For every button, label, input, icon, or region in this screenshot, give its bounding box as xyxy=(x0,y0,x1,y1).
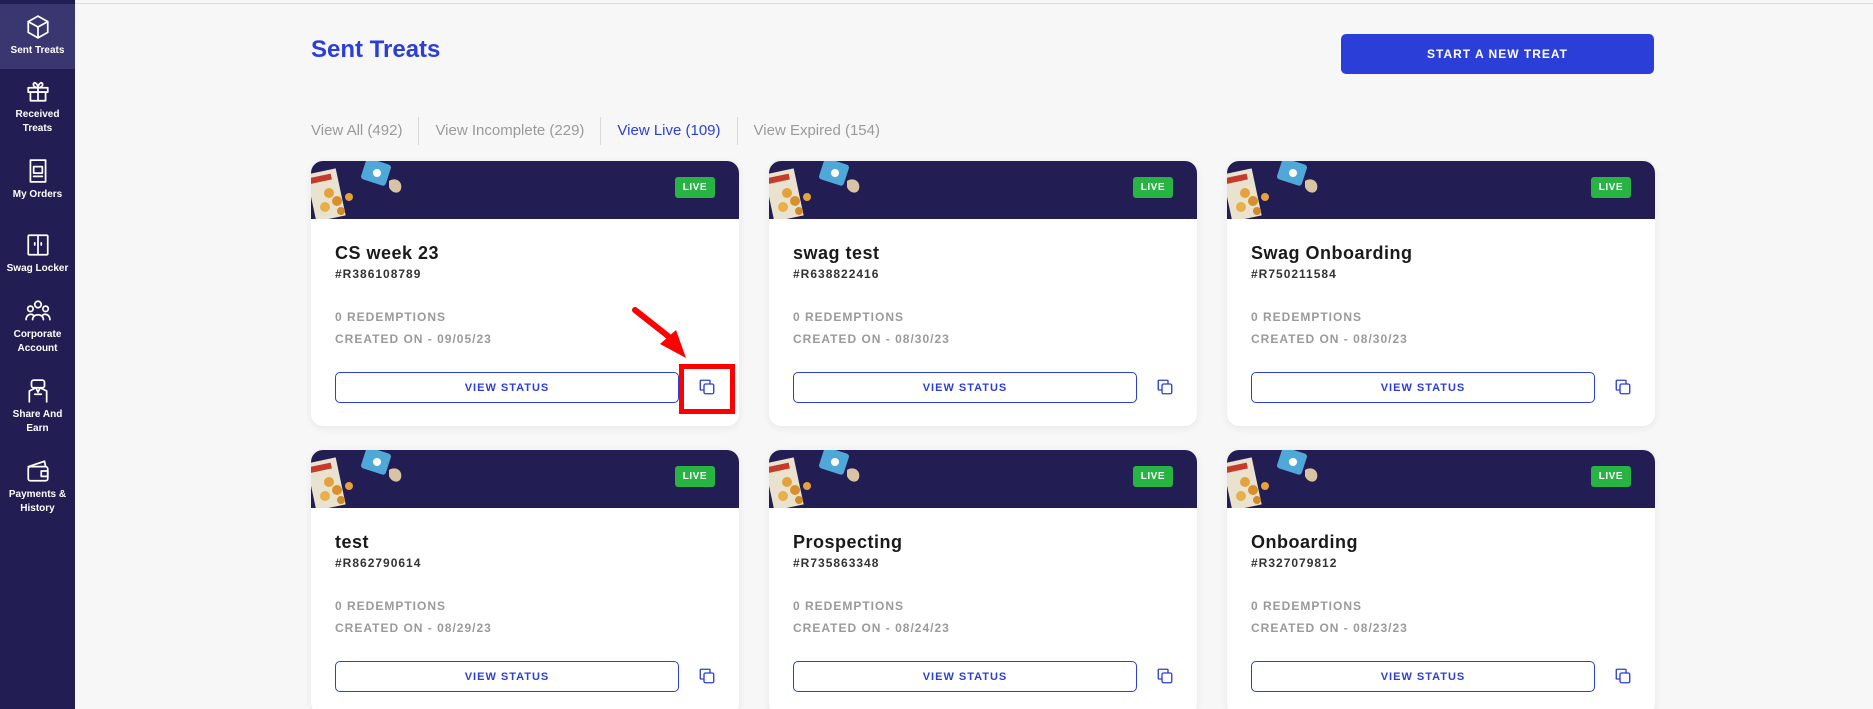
card-banner: LIVE xyxy=(1227,450,1655,508)
view-status-button[interactable]: VIEW STATUS xyxy=(335,372,679,403)
status-badge: LIVE xyxy=(674,177,715,198)
sidebar-item-my-orders[interactable]: My Orders xyxy=(0,158,75,213)
snack-image xyxy=(1227,450,1318,508)
tab-view-incomplete[interactable]: View Incomplete (229) xyxy=(418,117,600,145)
tab-view-all[interactable]: View All (492) xyxy=(311,117,418,145)
locker-icon xyxy=(26,234,49,256)
card-created-date: CREATED ON - 08/30/23 xyxy=(793,332,950,346)
view-status-button[interactable]: VIEW STATUS xyxy=(793,372,1137,403)
handshake-icon xyxy=(27,379,48,403)
card-title: CS week 23 xyxy=(335,243,440,263)
cube-icon xyxy=(26,15,49,39)
card-redemptions: 0 REDEMPTIONS xyxy=(335,310,447,324)
sidebar-item-label: Payments & History xyxy=(8,489,67,514)
card-redemptions: 0 REDEMPTIONS xyxy=(793,310,905,324)
copy-button[interactable] xyxy=(1153,375,1177,399)
status-badge: LIVE xyxy=(1590,466,1631,487)
card-redemptions: 0 REDEMPTIONS xyxy=(1251,310,1363,324)
card-id: #R862790614 xyxy=(335,556,422,570)
sidebar-item-label: Share And Earn xyxy=(12,409,63,434)
snack-image xyxy=(769,450,860,508)
snack-image xyxy=(769,161,860,219)
card-id: #R735863348 xyxy=(793,556,880,570)
card-banner: LIVE xyxy=(311,161,739,219)
annotation-highlight-box xyxy=(679,364,735,414)
copy-icon xyxy=(1615,668,1631,684)
card-banner: LIVE xyxy=(1227,161,1655,219)
card-banner: LIVE xyxy=(769,450,1197,508)
status-badge: LIVE xyxy=(1132,466,1173,487)
treat-card: LIVE Prospecting #R735863348 0 REDEMPTIO… xyxy=(769,450,1197,709)
card-title: Prospecting xyxy=(793,532,903,552)
team-icon xyxy=(24,300,51,321)
filter-tabs: View All (492) View Incomplete (229) Vie… xyxy=(311,117,896,145)
sidebar-item-corporate-account[interactable]: Corporate Account xyxy=(0,298,75,358)
sidebar-item-sent-treats[interactable]: Sent Treats xyxy=(0,4,75,69)
card-banner: LIVE xyxy=(311,450,739,508)
card-id: #R327079812 xyxy=(1251,556,1338,570)
status-badge: LIVE xyxy=(1132,177,1173,198)
tab-view-live[interactable]: View Live (109) xyxy=(600,117,736,145)
treat-card: LIVE Swag Onboarding #R750211584 0 REDEM… xyxy=(1227,161,1655,426)
copy-button[interactable] xyxy=(695,664,719,688)
status-badge: LIVE xyxy=(1590,177,1631,198)
view-status-button[interactable]: VIEW STATUS xyxy=(335,661,679,692)
snack-image xyxy=(311,161,402,219)
sidebar-item-received-treats[interactable]: Received Treats xyxy=(0,78,75,143)
tab-view-expired[interactable]: View Expired (154) xyxy=(736,117,896,145)
snack-image xyxy=(1227,161,1318,219)
top-divider xyxy=(75,3,1873,4)
annotation-arrow-icon xyxy=(632,307,686,358)
sidebar-item-label: Swag Locker xyxy=(6,263,69,274)
treat-card: LIVE test #R862790614 0 REDEMPTIONS CREA… xyxy=(311,450,739,709)
card-id: #R638822416 xyxy=(793,267,880,281)
snack-image xyxy=(311,450,402,508)
card-created-date: CREATED ON - 08/23/23 xyxy=(1251,621,1408,635)
orders-icon xyxy=(29,159,46,183)
view-status-button[interactable]: VIEW STATUS xyxy=(793,661,1137,692)
start-new-treat-button[interactable]: START A NEW TREAT xyxy=(1341,34,1654,74)
sidebar-item-label: Received Treats xyxy=(15,109,60,134)
copy-icon xyxy=(699,668,715,684)
sidebar-item-label: My Orders xyxy=(12,189,63,200)
card-redemptions: 0 REDEMPTIONS xyxy=(1251,599,1363,613)
copy-icon xyxy=(1157,379,1173,395)
card-banner: LIVE xyxy=(769,161,1197,219)
sidebar-item-label: Sent Treats xyxy=(10,45,65,56)
sidebar: Sent Treats Received Treats My Orders Sw… xyxy=(0,0,75,709)
card-id: #R386108789 xyxy=(335,267,422,281)
treat-card: LIVE swag test #R638822416 0 REDEMPTIONS… xyxy=(769,161,1197,426)
copy-icon xyxy=(1157,668,1173,684)
sidebar-item-swag-locker[interactable]: Swag Locker xyxy=(0,232,75,282)
card-redemptions: 0 REDEMPTIONS xyxy=(335,599,447,613)
sidebar-item-payments-history[interactable]: Payments & History xyxy=(0,458,75,518)
card-redemptions: 0 REDEMPTIONS xyxy=(793,599,905,613)
wallet-icon xyxy=(26,460,49,482)
card-created-date: CREATED ON - 09/05/23 xyxy=(335,332,492,346)
copy-button[interactable] xyxy=(1153,664,1177,688)
card-created-date: CREATED ON - 08/24/23 xyxy=(793,621,950,635)
gift-icon xyxy=(26,81,49,102)
card-created-date: CREATED ON - 08/29/23 xyxy=(335,621,492,635)
sidebar-item-label: Corporate Account xyxy=(13,329,62,354)
treat-card: LIVE Onboarding #R327079812 0 REDEMPTION… xyxy=(1227,450,1655,709)
page-title: Sent Treats xyxy=(311,36,441,63)
card-created-date: CREATED ON - 08/30/23 xyxy=(1251,332,1408,346)
copy-button[interactable] xyxy=(1611,375,1635,399)
sidebar-item-share-and-earn[interactable]: Share And Earn xyxy=(0,378,75,438)
view-status-button[interactable]: VIEW STATUS xyxy=(1251,372,1595,403)
card-title: Onboarding xyxy=(1251,532,1358,552)
status-badge: LIVE xyxy=(674,466,715,487)
card-id: #R750211584 xyxy=(1251,267,1337,281)
view-status-button[interactable]: VIEW STATUS xyxy=(1251,661,1595,692)
card-title: test xyxy=(335,532,370,552)
copy-icon xyxy=(1615,379,1631,395)
copy-button[interactable] xyxy=(1611,664,1635,688)
card-title: Swag Onboarding xyxy=(1251,243,1413,263)
card-title: swag test xyxy=(793,243,880,263)
treat-card: LIVE CS week 23 #R386108789 0 REDEMPTION… xyxy=(311,161,739,426)
